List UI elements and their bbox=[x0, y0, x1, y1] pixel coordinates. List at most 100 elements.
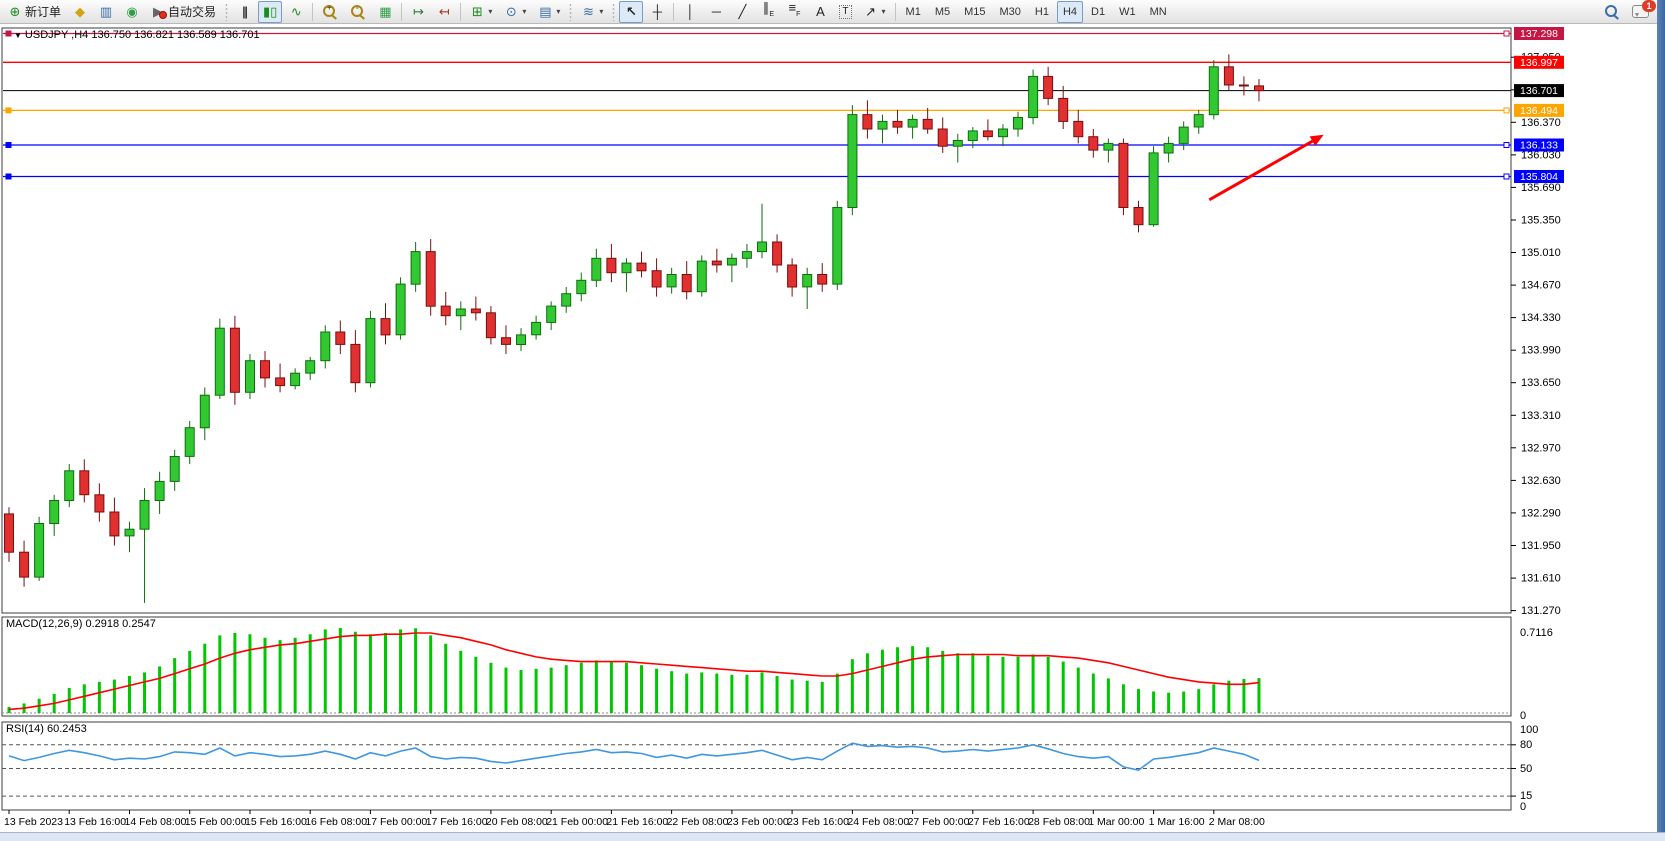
rsi-panel[interactable] bbox=[2, 722, 1511, 810]
candle-body bbox=[803, 275, 812, 287]
candle-body bbox=[742, 252, 751, 259]
new-chart-button[interactable]: ⊞▾ bbox=[465, 1, 497, 23]
chat-icon: 1 bbox=[1632, 5, 1649, 18]
time-label: 21 Feb 16:00 bbox=[606, 816, 668, 828]
candle-body bbox=[441, 306, 450, 316]
time-label: 27 Feb 16:00 bbox=[968, 816, 1030, 828]
tab-d1[interactable]: D1 bbox=[1085, 1, 1111, 23]
tab-h4[interactable]: H4 bbox=[1057, 1, 1083, 23]
crosshair-tool-button[interactable]: ┼ bbox=[645, 1, 669, 23]
candle-body bbox=[1134, 208, 1143, 225]
bar-chart-button[interactable]: ||| bbox=[232, 1, 256, 23]
hline-handle[interactable] bbox=[6, 31, 11, 36]
cursor-tool-button[interactable]: ↖ bbox=[619, 1, 643, 23]
autotrading-button[interactable]: ▶ 自动交易 bbox=[146, 1, 221, 23]
tab-m1[interactable]: M1 bbox=[900, 1, 927, 23]
search-button[interactable] bbox=[1599, 1, 1625, 23]
vertical-line-tool-button[interactable]: │ bbox=[678, 1, 702, 23]
data-window-button[interactable]: ▥ bbox=[94, 1, 118, 23]
search-icon bbox=[1605, 5, 1617, 17]
toolbar-separator bbox=[460, 3, 461, 21]
candle-body bbox=[1224, 67, 1233, 85]
time-label: 15 Feb 00:00 bbox=[185, 816, 247, 828]
candle-body bbox=[471, 309, 480, 313]
horizontal-line-tool-button[interactable]: ─ bbox=[704, 1, 728, 23]
time-label: 15 Feb 16:00 bbox=[245, 816, 307, 828]
main-price-plot[interactable] bbox=[2, 28, 1511, 613]
hline-handle[interactable] bbox=[1504, 108, 1509, 113]
connection-icon: ◉ bbox=[125, 5, 139, 19]
candle-body bbox=[1014, 118, 1023, 130]
line-chart-button[interactable]: ∿ bbox=[284, 1, 308, 23]
time-label: 20 Feb 08:00 bbox=[486, 816, 548, 828]
candle-body bbox=[306, 361, 315, 373]
candle-body bbox=[607, 258, 616, 272]
new-order-icon: ⊕ bbox=[8, 5, 22, 19]
price-axis[interactable]: 137.050136.710136.370136.030135.690135.3… bbox=[1511, 27, 1564, 813]
time-label: 24 Feb 08:00 bbox=[847, 816, 909, 828]
hline-handle[interactable] bbox=[6, 108, 11, 113]
fibonacci-tool-button[interactable]: ≡ bbox=[782, 1, 806, 23]
candle-body bbox=[185, 428, 194, 457]
time-label: 27 Feb 00:00 bbox=[908, 816, 970, 828]
time-axis[interactable]: 13 Feb 202313 Feb 16:0014 Feb 08:0015 Fe… bbox=[4, 810, 1265, 828]
channel-tool-button[interactable]: ∥ bbox=[756, 1, 780, 23]
tab-w1[interactable]: W1 bbox=[1113, 1, 1142, 23]
profiles-button[interactable]: ≋▾ bbox=[576, 1, 608, 23]
indicators-button[interactable]: ▤▾ bbox=[533, 1, 565, 23]
new-order-button[interactable]: ⊕ 新订单 bbox=[3, 1, 66, 23]
candle-body bbox=[788, 265, 797, 287]
time-label: 13 Feb 2023 bbox=[4, 816, 63, 828]
tab-h1[interactable]: H1 bbox=[1029, 1, 1055, 23]
candlestick-chart-button[interactable]: ▮▯ bbox=[258, 1, 282, 23]
hline-handle[interactable] bbox=[6, 174, 11, 179]
candle-body bbox=[276, 378, 285, 386]
candle-body bbox=[125, 529, 134, 536]
text-tool-button[interactable]: A bbox=[808, 1, 832, 23]
candle-body bbox=[953, 141, 962, 147]
toolbar-grip bbox=[569, 3, 572, 21]
candle-body bbox=[547, 306, 556, 322]
chart-canvas[interactable]: 137.050136.710136.370136.030135.690135.3… bbox=[0, 0, 1665, 840]
text-label-tool-button[interactable]: T bbox=[834, 1, 856, 23]
rsi-indicator-label: RSI(14) 60.2453 bbox=[6, 723, 87, 735]
macd-min-label: 0 bbox=[1520, 710, 1526, 722]
zoom-out-button[interactable]: - bbox=[345, 1, 371, 23]
auto-scroll-button[interactable]: ↦ bbox=[406, 1, 430, 23]
chart-shift-button[interactable]: ↤ bbox=[432, 1, 456, 23]
price-tick-label: 131.270 bbox=[1521, 605, 1561, 617]
tab-m5[interactable]: M5 bbox=[929, 1, 956, 23]
candle-body bbox=[230, 328, 239, 392]
price-tick-label: 133.650 bbox=[1521, 377, 1561, 389]
hline-handle[interactable] bbox=[1504, 31, 1509, 36]
candlestick-icon: ▮▯ bbox=[263, 5, 277, 19]
candle-body bbox=[1104, 143, 1113, 150]
rsi-axis-label: 0 bbox=[1520, 801, 1526, 813]
connection-button[interactable]: ◉ bbox=[120, 1, 144, 23]
toolbar: ⊕ 新订单 ◆ ▥ ◉ ▶ 自动交易 ||| ▮▯ ∿ + - ▦ ↦ ↤ ⊞▾… bbox=[0, 0, 1665, 24]
market-watch-button[interactable]: ◆ bbox=[68, 1, 92, 23]
crosshair-icon: ┼ bbox=[650, 5, 664, 19]
candle-body bbox=[1119, 143, 1128, 207]
tab-m30[interactable]: M30 bbox=[994, 1, 1027, 23]
hline-handle[interactable] bbox=[6, 143, 11, 148]
trendline-tool-button[interactable]: ╱ bbox=[730, 1, 754, 23]
hline-handle[interactable] bbox=[1504, 174, 1509, 179]
hline-handle[interactable] bbox=[1504, 143, 1509, 148]
price-tick-label: 135.010 bbox=[1521, 247, 1561, 259]
candle-body bbox=[411, 252, 420, 285]
time-label: 1 Mar 16:00 bbox=[1149, 816, 1205, 828]
arrows-tool-button[interactable]: ↗▾ bbox=[859, 1, 891, 23]
zoom-in-button[interactable]: + bbox=[317, 1, 343, 23]
candle-body bbox=[336, 332, 345, 344]
periods-button[interactable]: ⊙▾ bbox=[499, 1, 531, 23]
price-tick-label: 133.310 bbox=[1521, 410, 1561, 422]
tile-windows-button[interactable]: ▦ bbox=[373, 1, 397, 23]
tab-m15[interactable]: M15 bbox=[958, 1, 991, 23]
candle-body bbox=[727, 258, 736, 265]
price-tick-label: 132.970 bbox=[1521, 442, 1561, 454]
time-label: 1 Mar 00:00 bbox=[1088, 816, 1144, 828]
toolbar-separator bbox=[312, 3, 313, 21]
macd-panel[interactable] bbox=[2, 617, 1511, 716]
tab-mn[interactable]: MN bbox=[1144, 1, 1173, 23]
